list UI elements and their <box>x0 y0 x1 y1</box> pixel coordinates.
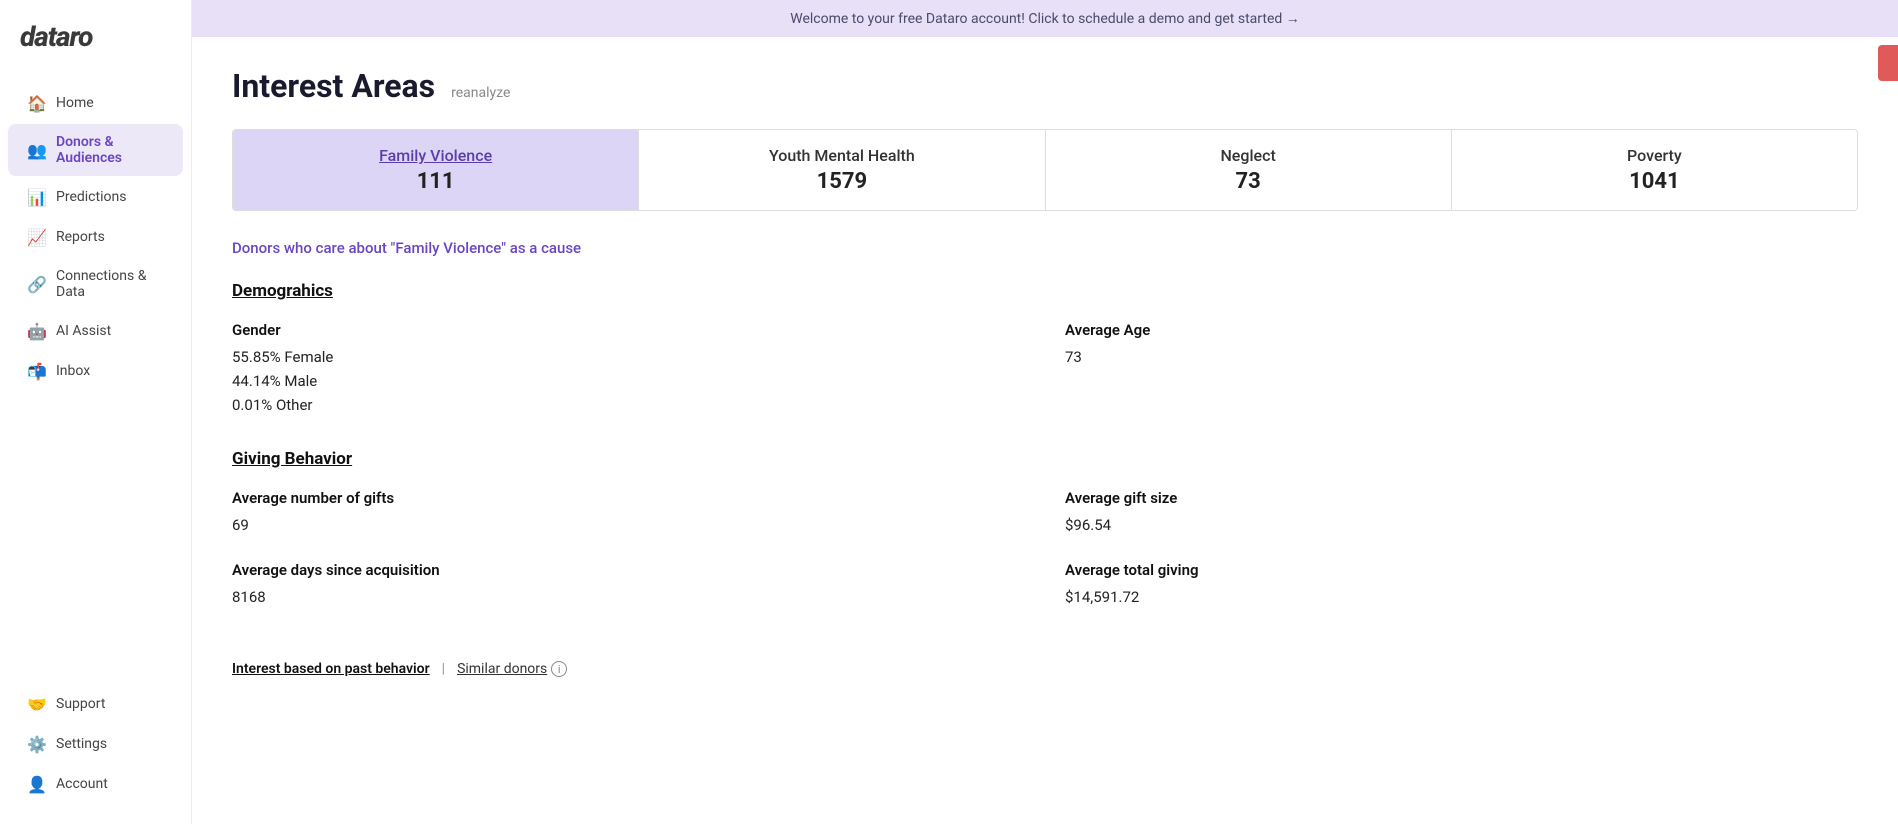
avg-gift-size-label: Average gift size <box>1065 489 1858 507</box>
sidebar-item-label: Connections & Data <box>56 268 163 300</box>
tab-poverty[interactable]: Poverty 1041 <box>1452 130 1857 210</box>
gender-values: 55.85% Female 44.14% Male 0.01% Other <box>232 345 1025 417</box>
sidebar-item-label: Reports <box>56 229 105 245</box>
avg-gift-size-stat: Average gift size $96.54 <box>1065 489 1858 537</box>
avg-gifts-label: Average number of gifts <box>232 489 1025 507</box>
avg-age-stat: Average Age 73 <box>1065 321 1858 417</box>
sidebar-item-label: AI Assist <box>56 323 111 339</box>
tab-separator: | <box>442 661 445 677</box>
donors-icon: 👥 <box>28 141 46 159</box>
avg-total-label: Average total giving <box>1065 561 1858 579</box>
sidebar-item-ai-assist[interactable]: 🤖 AI Assist <box>8 312 183 350</box>
tab-youth-mental-health-count: 1579 <box>659 169 1024 194</box>
page-header: Interest Areas reanalyze <box>232 67 1858 105</box>
sidebar-item-support[interactable]: 🤝 Support <box>8 685 183 723</box>
sidebar-item-label: Donors & Audiences <box>56 134 163 166</box>
sidebar-item-label: Account <box>56 776 108 792</box>
sidebar-item-account[interactable]: 👤 Account <box>8 765 183 803</box>
sidebar: dataro 🏠 Home 👥 Donors & Audiences 📊 Pre… <box>0 0 192 824</box>
similar-donors-info-icon[interactable]: i <box>551 661 567 677</box>
banner-text: Welcome to your free Dataro account! Cli… <box>790 11 1300 27</box>
connections-icon: 🔗 <box>28 275 46 293</box>
sidebar-item-inbox[interactable]: 📬 Inbox <box>8 352 183 390</box>
active-tab-link[interactable]: Donors who care about "Family Violence" … <box>232 239 1858 257</box>
settings-icon: ⚙️ <box>28 735 46 753</box>
tab-poverty-count: 1041 <box>1472 169 1837 194</box>
support-icon: 🤝 <box>28 695 46 713</box>
sidebar-item-predictions[interactable]: 📊 Predictions <box>8 178 183 216</box>
sidebar-item-settings[interactable]: ⚙️ Settings <box>8 725 183 763</box>
page-title: Interest Areas <box>232 67 435 105</box>
account-icon: 👤 <box>28 775 46 793</box>
tab-neglect-label: Neglect <box>1066 146 1431 165</box>
bottom-tab-interest-based[interactable]: Interest based on past behavior <box>232 657 430 681</box>
sidebar-item-reports[interactable]: 📈 Reports <box>8 218 183 256</box>
demographics-title: Demograhics <box>232 281 1858 301</box>
reports-icon: 📈 <box>28 228 46 246</box>
inbox-icon: 📬 <box>28 362 46 380</box>
main-content: Welcome to your free Dataro account! Cli… <box>192 0 1898 824</box>
avg-gift-size-value: $96.54 <box>1065 513 1858 537</box>
avg-gifts-value: 69 <box>232 513 1025 537</box>
sidebar-item-home[interactable]: 🏠 Home <box>8 84 183 122</box>
logo-text: dataro <box>20 20 92 53</box>
avg-days-stat: Average days since acquisition 8168 <box>232 561 1025 609</box>
avg-age-label: Average Age <box>1065 321 1858 339</box>
tab-neglect[interactable]: Neglect 73 <box>1046 130 1452 210</box>
page-content: Interest Areas reanalyze Family Violence… <box>192 37 1898 824</box>
sidebar-item-label: Inbox <box>56 363 90 379</box>
tab-youth-mental-health-label: Youth Mental Health <box>659 146 1024 165</box>
avg-total-value: $14,591.72 <box>1065 585 1858 609</box>
tab-youth-mental-health[interactable]: Youth Mental Health 1579 <box>639 130 1045 210</box>
home-icon: 🏠 <box>28 94 46 112</box>
tab-family-violence-label: Family Violence <box>253 146 618 165</box>
interest-tabs: Family Violence 111 Youth Mental Health … <box>232 129 1858 211</box>
welcome-banner[interactable]: Welcome to your free Dataro account! Cli… <box>192 0 1898 37</box>
avg-total-stat: Average total giving $14,591.72 <box>1065 561 1858 609</box>
sidebar-item-label: Predictions <box>56 189 126 205</box>
tab-neglect-count: 73 <box>1066 169 1431 194</box>
bottom-tabs: Interest based on past behavior | Simila… <box>232 641 1858 681</box>
sidebar-item-label: Home <box>56 95 94 111</box>
giving-behavior-title: Giving Behavior <box>232 449 1858 469</box>
tab-family-violence-count: 111 <box>253 169 618 194</box>
ai-assist-icon: 🤖 <box>28 322 46 340</box>
demographics-grid: Gender 55.85% Female 44.14% Male 0.01% O… <box>232 321 1858 417</box>
sidebar-item-connections[interactable]: 🔗 Connections & Data <box>8 258 183 310</box>
reanalyze-link[interactable]: reanalyze <box>451 85 510 101</box>
tab-poverty-label: Poverty <box>1472 146 1837 165</box>
predictions-icon: 📊 <box>28 188 46 206</box>
avg-age-value: 73 <box>1065 345 1858 369</box>
avg-days-label: Average days since acquisition <box>232 561 1025 579</box>
sidebar-item-donors[interactable]: 👥 Donors & Audiences <box>8 124 183 176</box>
bottom-tab-similar-donors[interactable]: Similar donors <box>457 657 547 681</box>
sidebar-item-label: Settings <box>56 736 107 752</box>
logo: dataro <box>0 20 191 83</box>
avg-gifts-stat: Average number of gifts 69 <box>232 489 1025 537</box>
gender-stat: Gender 55.85% Female 44.14% Male 0.01% O… <box>232 321 1025 417</box>
tab-family-violence[interactable]: Family Violence 111 <box>233 130 639 210</box>
sidebar-item-label: Support <box>56 696 105 712</box>
avg-days-value: 8168 <box>232 585 1025 609</box>
giving-behavior-grid: Average number of gifts 69 Average gift … <box>232 489 1858 609</box>
gender-label: Gender <box>232 321 1025 339</box>
top-right-button[interactable] <box>1878 45 1898 81</box>
